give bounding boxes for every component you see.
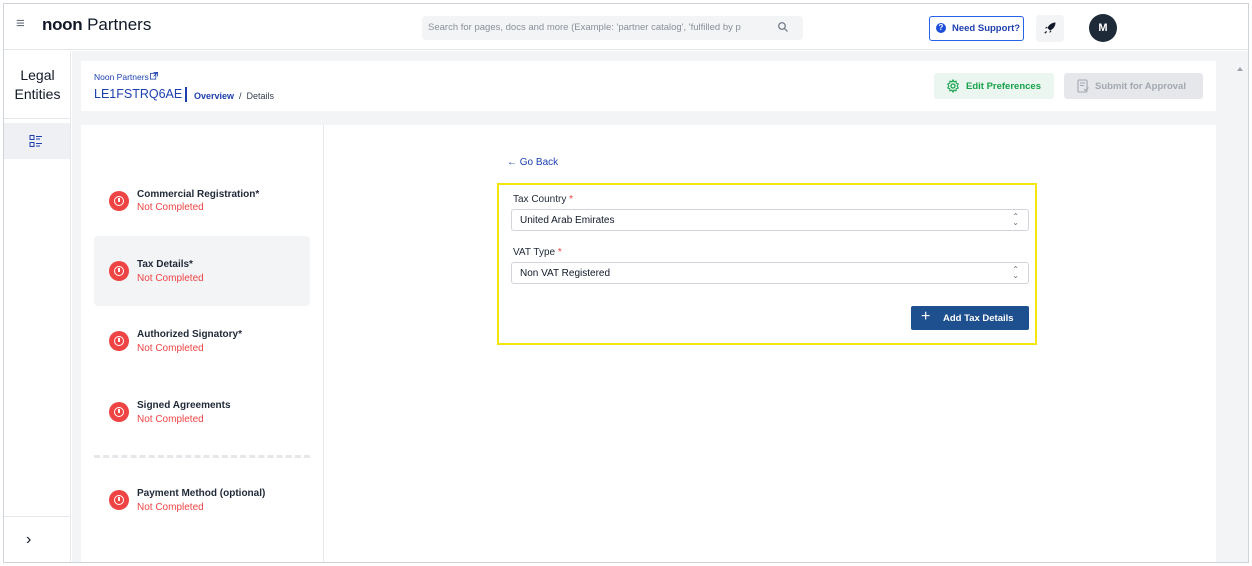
left-rail: Legal Entities › <box>4 51 71 562</box>
required-mark: * <box>569 194 574 205</box>
warning-circle-icon <box>109 191 129 211</box>
gear-icon <box>947 79 959 93</box>
tax-country-label: Tax Country * <box>513 194 573 205</box>
search-input[interactable]: Search for pages, docs and more (Example… <box>422 16 803 40</box>
vat-type-label: VAT Type * <box>513 247 562 258</box>
step-status: Not Completed <box>137 414 204 425</box>
plus-icon: + <box>921 308 931 325</box>
rocket-button[interactable] <box>1036 15 1064 42</box>
app-window: ≡ noon Partners Search for pages, docs a… <box>3 3 1249 563</box>
step-signed-agreements[interactable]: Signed Agreements Not Completed <box>94 377 310 447</box>
rail-divider <box>4 118 71 119</box>
rail-item-details[interactable] <box>4 123 70 159</box>
steps-list: Commercial Registration* Not Completed T… <box>81 125 324 562</box>
warning-circle-icon <box>109 331 129 351</box>
help-icon: ? <box>936 23 946 33</box>
breadcrumb-separator: / <box>239 91 242 101</box>
content-panel: Commercial Registration* Not Completed T… <box>81 125 1216 562</box>
warning-circle-icon <box>109 261 129 281</box>
submit-for-approval-label: Submit for Approval <box>1095 81 1186 92</box>
vertical-scrollbar[interactable] <box>1234 51 1248 562</box>
expand-chevron-icon[interactable]: › <box>26 531 31 549</box>
brand-bold: noon <box>42 15 83 34</box>
brand-logo[interactable]: noon Partners <box>42 15 151 35</box>
step-title: Authorized Signatory* <box>137 329 243 340</box>
updown-chevron-icon: ⌃ ⌄ <box>1012 265 1019 280</box>
rail-title: Legal Entities <box>4 66 71 104</box>
step-title: Commercial Registration* <box>137 189 260 200</box>
breadcrumb: Overview / Details <box>194 91 274 101</box>
hamburger-menu-icon[interactable]: ≡ <box>16 16 30 31</box>
warning-circle-icon <box>109 402 129 422</box>
edit-preferences-button[interactable]: Edit Preferences <box>934 73 1054 99</box>
step-title: Tax Details* <box>137 259 193 270</box>
step-status: Not Completed <box>137 202 204 213</box>
noon-partners-link[interactable]: Noon Partners <box>94 72 158 82</box>
rail-title-line2: Entities <box>14 86 61 102</box>
edit-preferences-label: Edit Preferences <box>966 81 1041 92</box>
updown-chevron-icon: ⌃ ⌄ <box>1012 212 1019 227</box>
scroll-up-arrow-icon[interactable] <box>1237 67 1243 71</box>
add-tax-details-label: Add Tax Details <box>943 313 1014 324</box>
search-placeholder: Search for pages, docs and more (Example… <box>428 22 741 33</box>
breadcrumb-overview[interactable]: Overview <box>194 91 234 101</box>
user-avatar[interactable]: M <box>1089 14 1117 42</box>
breadcrumb-details: Details <box>246 91 275 101</box>
rail-title-line1: Legal <box>20 67 55 83</box>
rocket-icon <box>1044 22 1056 34</box>
external-link-icon <box>149 72 158 80</box>
warning-circle-icon <box>109 490 129 510</box>
step-title: Payment Method (optional) <box>137 488 266 499</box>
rail-bottom-divider <box>4 516 71 517</box>
parent-link-label: Noon Partners <box>94 72 149 82</box>
vat-type-select[interactable]: Non VAT Registered ⌃ ⌄ <box>511 262 1029 284</box>
step-status: Not Completed <box>137 273 204 284</box>
vat-type-label-text: VAT Type <box>513 247 556 258</box>
search-icon[interactable] <box>777 21 789 33</box>
tax-country-label-text: Tax Country <box>513 194 567 205</box>
step-tax-details[interactable]: Tax Details* Not Completed <box>94 236 310 306</box>
tax-details-form: Tax Country * United Arab Emirates ⌃ ⌄ VA… <box>497 183 1037 345</box>
step-status: Not Completed <box>137 502 204 513</box>
go-back-link[interactable]: ← Go Back <box>507 157 558 168</box>
page-header: Noon Partners LE1FSTRQ6AE Overview / Detai… <box>81 61 1216 111</box>
main-area: Noon Partners LE1FSTRQ6AE Overview / Detai… <box>72 51 1234 562</box>
need-support-label: Need Support? <box>952 23 1021 34</box>
breadcrumb-divider <box>185 87 187 102</box>
tax-country-value: United Arab Emirates <box>520 215 615 226</box>
step-status: Not Completed <box>137 343 204 354</box>
document-check-icon <box>1077 79 1089 93</box>
step-commercial-registration[interactable]: Commercial Registration* Not Completed <box>94 165 310 235</box>
step-title: Signed Agreements <box>137 400 231 411</box>
vat-type-value: Non VAT Registered <box>520 268 611 279</box>
submit-for-approval-button[interactable]: Submit for Approval <box>1064 73 1203 99</box>
top-bar: ≡ noon Partners Search for pages, docs a… <box>4 4 1248 50</box>
brand-rest: Partners <box>82 15 152 34</box>
step-payment-method[interactable]: Payment Method (optional) Not Completed <box>94 465 310 535</box>
need-support-button[interactable]: ? Need Support? <box>929 16 1024 41</box>
list-details-icon <box>29 135 42 147</box>
tax-country-select[interactable]: United Arab Emirates ⌃ ⌄ <box>511 209 1029 231</box>
steps-divider <box>94 455 310 458</box>
add-tax-details-button[interactable]: + Add Tax Details <box>911 306 1029 330</box>
required-mark: * <box>557 247 562 258</box>
entity-id: LE1FSTRQ6AE <box>94 87 183 101</box>
step-authorized-signatory[interactable]: Authorized Signatory* Not Completed <box>94 306 310 376</box>
